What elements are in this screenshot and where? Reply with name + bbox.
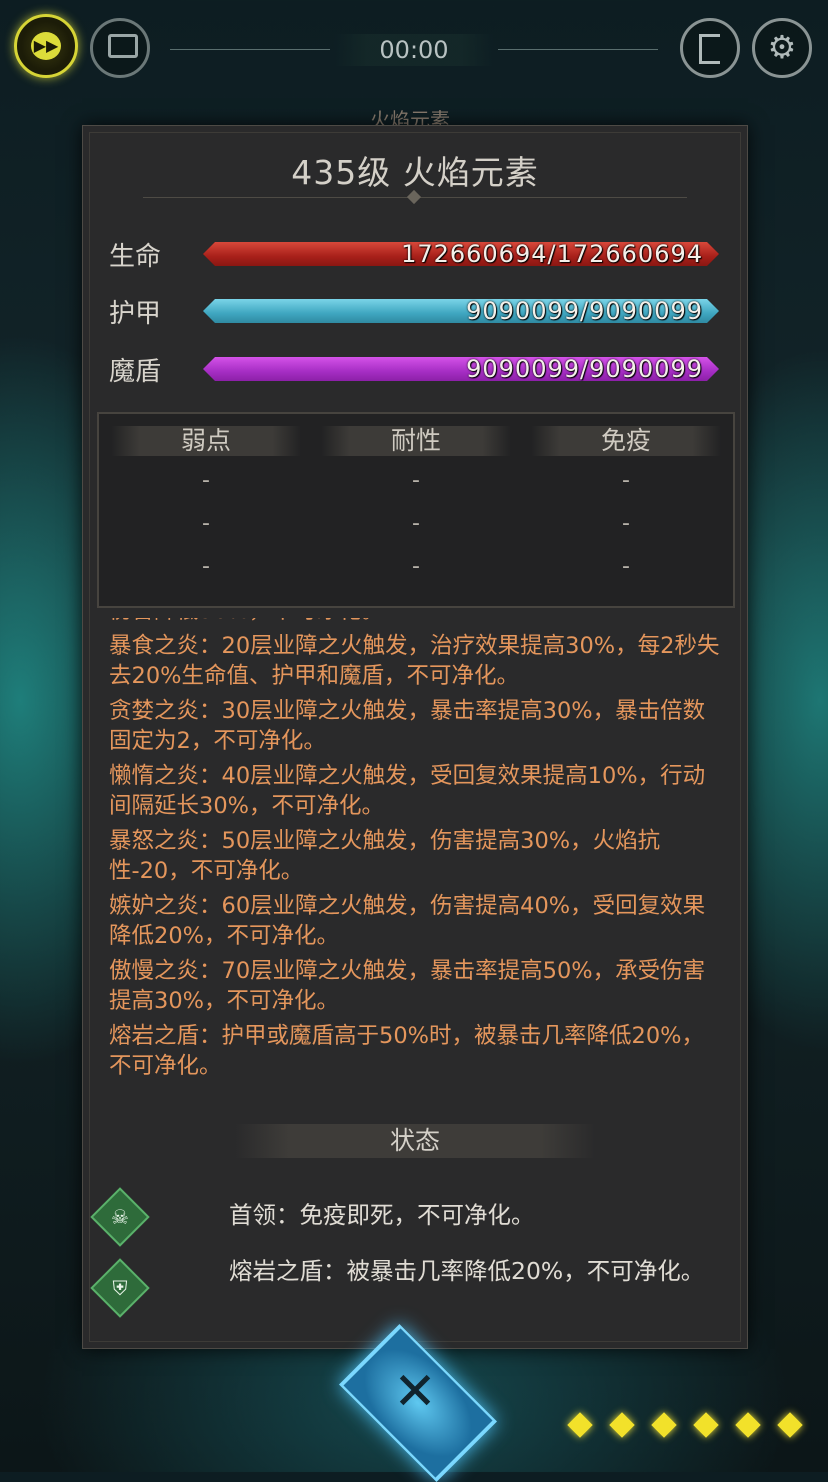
table-cell: - [622, 554, 630, 579]
energy-pip [567, 1412, 593, 1438]
fast-forward-icon: ▶▶ [31, 32, 61, 60]
gear-icon: ⚙ [767, 28, 797, 66]
ability-description-partial: 伤害降低30%，不可净化。 [109, 618, 721, 626]
battle-timer: 00:00 [334, 34, 494, 66]
timer-divider-right [498, 49, 658, 50]
ability-description: 熔岩之盾：护甲或魔盾高于50%时，被暴击几率降低20%，不可净化。 [109, 1023, 705, 1079]
auto-battle-button[interactable] [90, 18, 150, 78]
hp-label: 生命 [109, 242, 162, 272]
table-cell: - [622, 468, 630, 493]
panel-title: 435级 火焰元素 [291, 153, 539, 192]
exit-icon [699, 34, 720, 64]
fast-forward-button[interactable]: ▶▶ [14, 14, 78, 78]
immunity-header: 免疫 [531, 426, 721, 456]
ability-description-list[interactable]: 伤害降低30%，不可净化。 暴食之炎：20层业障之火触发，治疗效果提高30%，每… [109, 618, 721, 1108]
magic-shield-value: 9090099/9090099 [466, 355, 703, 383]
table-cell: - [622, 511, 630, 536]
resistance-header: 耐性 [321, 426, 511, 456]
table-cell: - [412, 511, 420, 536]
status-effect-text: 熔岩之盾：被暴击几率降低20%，不可净化。 [229, 1257, 705, 1285]
shield-icon[interactable]: ⛨ [90, 1258, 150, 1318]
energy-pip [693, 1412, 719, 1438]
ability-description: 贪婪之炎：30层业障之火触发，暴击率提高30%，暴击倍数固定为2，不可净化。 [109, 698, 706, 754]
resistance-table: 弱点 耐性 免疫 - - - - - - - - - [97, 412, 735, 608]
timer-divider-left [170, 49, 330, 50]
magic-shield-bar: 9090099/9090099 [203, 357, 719, 381]
hp-value: 172660694/172660694 [401, 240, 703, 268]
table-cell: - [412, 468, 420, 493]
ability-description: 暴食之炎：20层业障之火触发，治疗效果提高30%，每2秒失去20%生命值、护甲和… [109, 633, 720, 689]
ability-description: 傲慢之炎：70层业障之火触发，暴击率提高50%，承受伤害提高30%，不可净化。 [109, 958, 706, 1014]
ability-description: 嫉妒之炎：60层业障之火触发，伤害提高40%，受回复效果降低20%，不可净化。 [109, 893, 706, 949]
armor-value: 9090099/9090099 [466, 297, 703, 325]
energy-pip [609, 1412, 635, 1438]
table-cell: - [412, 554, 420, 579]
crossed-swords-icon: ✕ [393, 1362, 437, 1422]
exit-button[interactable] [680, 18, 740, 78]
energy-pip [651, 1412, 677, 1438]
status-section-header: 状态 [235, 1124, 595, 1158]
settings-button[interactable]: ⚙ [752, 18, 812, 78]
energy-pip [777, 1412, 803, 1438]
ability-description: 懒惰之炎：40层业障之火触发，受回复效果提高10%，行动间隔延长30%，不可净化… [109, 763, 706, 819]
magic-shield-label: 魔盾 [109, 357, 162, 387]
table-cell: - [202, 554, 210, 579]
table-cell: - [202, 511, 210, 536]
armor-bar: 9090099/9090099 [203, 299, 719, 323]
skull-icon[interactable]: ☠ [90, 1187, 150, 1247]
armor-label: 护甲 [109, 299, 162, 329]
energy-pip [735, 1412, 761, 1438]
table-cell: - [202, 468, 210, 493]
status-effect-text: 首领：免疫即死，不可净化。 [229, 1201, 535, 1229]
hp-bar: 172660694/172660694 [203, 242, 719, 266]
ability-description: 暴怒之炎：50层业障之火触发，伤害提高30%，火焰抗性-20，不可净化。 [109, 828, 661, 884]
monitor-icon [108, 34, 138, 58]
weakness-header: 弱点 [111, 426, 301, 456]
enemy-info-panel: 435级 火焰元素 生命 172660694/172660694 护甲 9090… [82, 125, 748, 1349]
